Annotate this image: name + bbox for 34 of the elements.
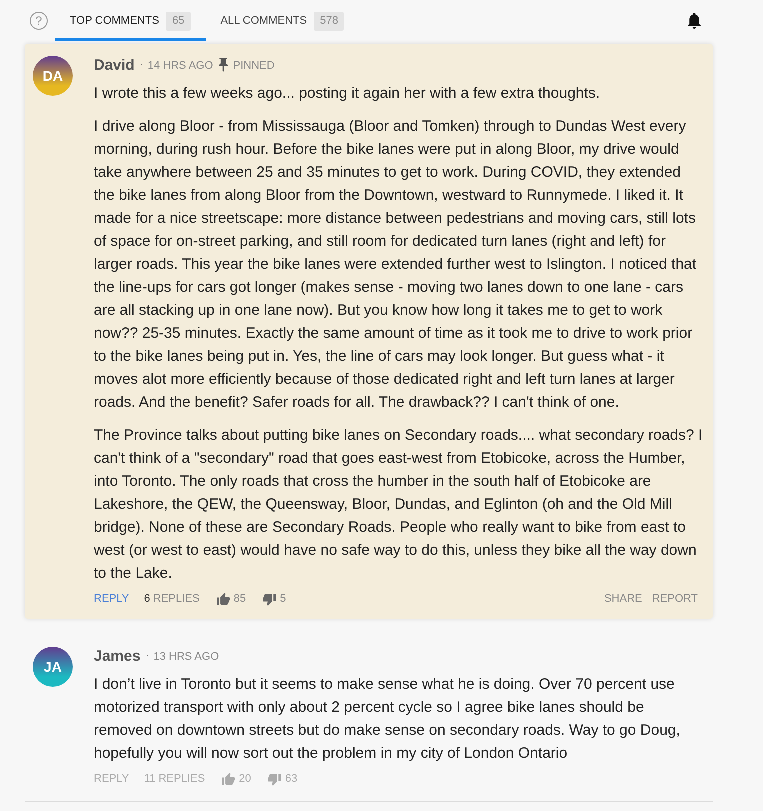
- timestamp: 13 HRS AGO: [154, 650, 220, 665]
- reply-button[interactable]: REPLY: [94, 589, 130, 609]
- comments-tab[interactable]: TOP COMMENTS 65: [55, 0, 206, 41]
- comment-text: I drive along Bloor - from Mississauga (Bloor and Tomken) through to Dundas West every morning, during rush hour. Before the bike lanes were put in along Bloor, my drive would take anywhere between 25 and 35 minutes to get to work. During COVID, they extended the bike lanes from along Bloor from the Downtown, westward to Runnymede. I liked it. It made for a nice streetscape: more distance between pedestrians and moving cars, still lots of space for on-street parking, and still room for dedicated turn lanes (right and left) for larger roads. This year the bike lanes were extended further west to Islington. I noticed that the line-ups for cars got longer (makes sense - moving two lanes down to one lane - cars are all stacking up in one lane now). But you know how long it takes me to get to work now?? 25-35 minutes. Exactly the same amount of time as it took me to drive to work prior to the bike lanes being put in. Yes, the line of cars may look longer. But guess what - it moves alot more efficiently because of those dedicated right and left turn lanes at larger roads. And the benefit? Safer roads for all. The drawback?? I can't think of one.: [94, 117, 698, 413]
- separator-dot: ·: [140, 58, 144, 70]
- pinned-label: PINNED: [233, 58, 275, 74]
- dislike-button[interactable]: 63: [268, 769, 298, 789]
- avatar: DA: [33, 56, 73, 96]
- comments-tab[interactable]: ALL COMMENTS 578: [206, 0, 360, 41]
- replies-button[interactable]: 11 REPLIES: [144, 769, 206, 789]
- help-button[interactable]: ?: [30, 12, 48, 30]
- like-button[interactable]: 20: [222, 769, 252, 789]
- comment-text: I don’t live in Toronto but it seems to make sense what he is doing. Over 70 percent use motorized transport with only about 2 percent cycle so I agree bike lanes should be removed on downtown streets but do make sense on secondary roads. Way to go Doug, hopefully you will now sort out the problem in my city of London Ontario: [94, 675, 682, 764]
- report-button[interactable]: REPORT: [652, 589, 698, 609]
- share-button[interactable]: SHARE: [604, 589, 642, 609]
- thumbs-up-icon: [222, 773, 236, 785]
- thumbs-down-icon: [268, 774, 282, 786]
- separator-dot: ·: [146, 648, 150, 660]
- pin-icon: [219, 58, 228, 72]
- thumbs-down-icon: [263, 594, 276, 606]
- dislike-button[interactable]: 5: [263, 589, 286, 609]
- comment-text: The Province talks about putting bike lanes on Secondary roads.... what secondary roads? I can't think of a "secondary" road that goes east-west from Etobicoke, across the Humber, into Toronto. The only roads that cross the humber in the south half of Etobicoke are Lakeshore, the QEW, the Queensway, Bloor, Dundas, and Eglinton (oh and the Old Mill bridge). None of these are Secondary Roads. People who really want to bike from east to west (or west to east) would have no safe way to do this, unless they bike all the way down to the Lake.: [94, 426, 704, 584]
- replies-button[interactable]: 6 REPLIES: [144, 589, 200, 609]
- author-name: James: [94, 646, 141, 667]
- count-badge: 578: [314, 12, 344, 30]
- thumbs-up-icon: [216, 593, 230, 605]
- avatar: JA: [33, 647, 73, 687]
- like-button[interactable]: 85: [216, 589, 246, 609]
- comment-text: I wrote this a few weeks ago... posting it again her with a few extra thoughts.: [94, 84, 602, 104]
- notification-bell-icon[interactable]: [688, 12, 701, 28]
- author-name: David: [94, 56, 135, 76]
- count-badge: 65: [166, 12, 191, 30]
- reply-button[interactable]: REPLY: [94, 769, 130, 789]
- timestamp: 14 HRS AGO: [148, 58, 214, 74]
